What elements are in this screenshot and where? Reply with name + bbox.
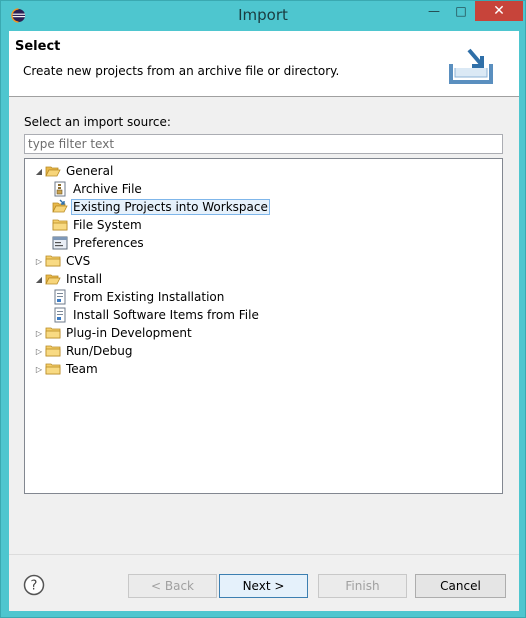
wizard-banner: Select Create new projects from an archi… <box>9 31 519 97</box>
tree-item[interactable]: ▷ Team <box>33 360 100 378</box>
tree-item-label: General <box>66 164 114 178</box>
close-button[interactable]: ✕ <box>475 1 523 21</box>
footer-divider <box>9 554 519 555</box>
tree-item[interactable]: ▷ Plug-in Development <box>33 324 194 342</box>
tree-item-label: Install <box>66 272 103 286</box>
tree-item[interactable]: ▷ Run/Debug <box>33 342 135 360</box>
folder-icon <box>52 217 68 233</box>
expand-arrow-icon[interactable]: ▷ <box>33 342 45 360</box>
tree-item-label: Install Software Items from File <box>73 308 259 322</box>
import-source-label: Select an import source: <box>24 115 171 129</box>
page-title: Select <box>15 39 61 54</box>
maximize-button[interactable]: □ <box>448 1 474 21</box>
tree-item[interactable]: Existing Projects into Workspace <box>52 198 270 216</box>
folder-icon <box>45 253 61 269</box>
installation-icon <box>52 289 68 305</box>
folder-icon <box>45 343 61 359</box>
page-description: Create new projects from an archive file… <box>23 64 340 78</box>
dialog-body: Select Create new projects from an archi… <box>9 31 519 611</box>
filter-input[interactable] <box>24 134 503 154</box>
tree-item[interactable]: ▷ CVS <box>33 252 92 270</box>
folder-icon <box>45 361 61 377</box>
tree-item[interactable]: Preferences <box>52 234 146 252</box>
folder-icon <box>45 325 61 341</box>
back-button[interactable]: < Back <box>128 574 217 598</box>
tree-item-label: Team <box>66 362 98 376</box>
tree-item[interactable]: File System <box>52 216 144 234</box>
installation-icon <box>52 307 68 323</box>
tree-item[interactable]: Archive File <box>52 180 144 198</box>
tree-item-label: File System <box>73 218 142 232</box>
folder-open-icon <box>45 163 61 179</box>
tree-item-label: CVS <box>66 254 91 268</box>
tree-item-label: Preferences <box>73 236 144 250</box>
tree-item-label: Existing Projects into Workspace <box>71 199 270 215</box>
import-dialog-window: Import — □ ✕ Select Create new projects … <box>0 0 526 618</box>
tree-item-label: Archive File <box>73 182 142 196</box>
tree-item[interactable]: ◢ General <box>33 162 115 180</box>
expand-arrow-icon[interactable]: ▷ <box>33 360 45 378</box>
next-button[interactable]: Next > <box>219 574 308 598</box>
tree-item[interactable]: ◢ Install <box>33 270 104 288</box>
archive-file-icon <box>52 181 68 197</box>
svg-text:?: ? <box>31 579 38 594</box>
project-folder-icon <box>52 199 68 215</box>
minimize-button[interactable]: — <box>421 1 447 21</box>
folder-open-icon <box>45 271 61 287</box>
expand-arrow-icon[interactable]: ▷ <box>33 324 45 342</box>
tree-item-label: Plug-in Development <box>66 326 192 340</box>
collapse-arrow-icon[interactable]: ◢ <box>33 162 45 180</box>
tree-item-label: Run/Debug <box>66 344 133 358</box>
finish-button[interactable]: Finish <box>318 574 407 598</box>
cancel-button[interactable]: Cancel <box>415 574 506 598</box>
tree-item[interactable]: From Existing Installation <box>52 288 226 306</box>
preferences-icon <box>52 235 68 251</box>
tree-item[interactable]: Install Software Items from File <box>52 306 261 324</box>
title-bar[interactable]: Import — □ ✕ <box>1 1 525 30</box>
collapse-arrow-icon[interactable]: ◢ <box>33 270 45 288</box>
import-source-tree[interactable]: ◢ General Archive File Existing Projects in… <box>24 158 503 494</box>
tree-item-label: From Existing Installation <box>73 290 225 304</box>
expand-arrow-icon[interactable]: ▷ <box>33 252 45 270</box>
help-icon[interactable]: ? <box>23 574 45 596</box>
import-wizard-icon <box>449 48 493 84</box>
